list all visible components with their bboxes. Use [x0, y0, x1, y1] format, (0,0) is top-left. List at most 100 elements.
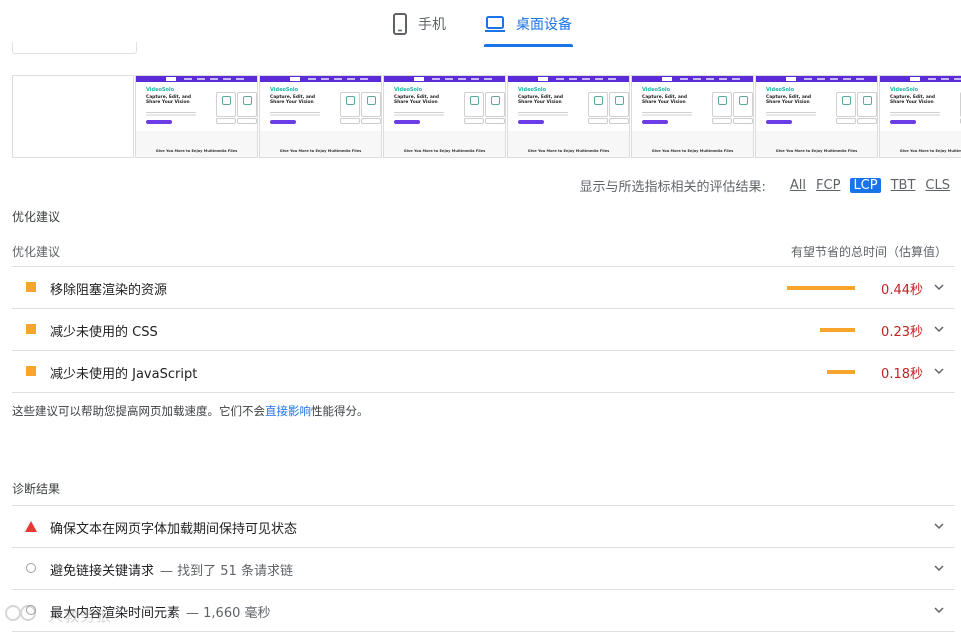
- filmstrip: VideoSolo Capture, Edit, and Share Your V…: [12, 75, 961, 158]
- savings-bar: [787, 286, 855, 290]
- thumbnail-button: [270, 120, 296, 124]
- note-link-direct-impact[interactable]: 直接影响: [265, 404, 311, 418]
- thumbnail-pill: [237, 118, 257, 124]
- audit-largest-contentful-paint-element[interactable]: 最大内容渲染时间元素 — 1,660 毫秒: [12, 590, 955, 632]
- audit-detail: — 1,660 毫秒: [186, 606, 271, 621]
- thumbnail-footer: [508, 131, 629, 157]
- thumbnail-button: [642, 120, 668, 124]
- opportunities-header-right: 有望节省的总时间（估算值）: [790, 245, 947, 259]
- thumbnail-card: [857, 92, 877, 117]
- laptop-icon: [484, 15, 506, 33]
- thumbnail-pill: [588, 118, 608, 124]
- thumbnail-navbar: [384, 76, 505, 82]
- filter-lcp[interactable]: LCP: [850, 178, 881, 193]
- thumbnail-navbar: [632, 76, 753, 82]
- thumbnail-footer-text: Give You More to Enjoy Multimedia Files: [651, 149, 734, 153]
- filter-cls[interactable]: CLS: [925, 178, 950, 193]
- thumbnail-text-lines: [766, 112, 816, 117]
- thumbnail-brand: VideoSolo: [394, 87, 423, 93]
- thumbnail-text-lines: [642, 112, 692, 117]
- thumbnail-headline: Capture, Edit, and Share Your Vision: [394, 95, 440, 105]
- thumbnail-headline: Capture, Edit, and Share Your Vision: [766, 95, 812, 105]
- thumbnail-navbar: [880, 76, 961, 82]
- note-text-before: 这些建议可以帮助您提高网页加载速度。它们不会: [12, 404, 265, 418]
- audit-render-blocking-resources[interactable]: 移除阻塞渲染的资源 0.44秒: [12, 267, 955, 309]
- note-text-after: 性能得分。: [311, 404, 369, 418]
- opportunities-note: 这些建议可以帮助您提高网页加载速度。它们不会直接影响性能得分。: [12, 403, 369, 419]
- thumbnail-pill: [836, 118, 856, 124]
- thumbnail-pill: [712, 118, 732, 124]
- thumbnail-card: [464, 92, 484, 117]
- chevron-down-icon[interactable]: [933, 604, 945, 620]
- thumbnail-brand: VideoSolo: [766, 87, 795, 93]
- audit-title: 减少未使用的 CSS: [50, 325, 158, 340]
- thumbnail-headline: Capture, Edit, and Share Your Vision: [270, 95, 316, 105]
- filmstrip-frame-blank: [12, 75, 134, 158]
- audit-title: 减少未使用的 JavaScript: [50, 367, 198, 382]
- thumbnail-text-lines: [270, 112, 320, 117]
- filmstrip-frame: VideoSolo Capture, Edit, and Share Your V…: [259, 75, 382, 158]
- device-tabs: 手机 桌面设备: [0, 0, 961, 50]
- thumbnail-footer-text: Give You More to Enjoy Multimedia Files: [527, 149, 610, 153]
- phone-icon: [392, 13, 408, 35]
- thumbnail-footer-text: Give You More to Enjoy Multimedia Files: [899, 149, 961, 153]
- thumbnail-navbar: [136, 76, 257, 82]
- chevron-down-icon[interactable]: [933, 281, 945, 297]
- filmstrip-frame: VideoSolo Capture, Edit, and Share Your V…: [135, 75, 258, 158]
- thumbnail-button: [146, 120, 172, 124]
- average-square-icon: [26, 324, 36, 334]
- thumbnail-headline: Capture, Edit, and Share Your Vision: [890, 95, 936, 105]
- filter-fcp[interactable]: FCP: [816, 178, 840, 193]
- info-circle-icon: [26, 563, 36, 573]
- chevron-down-icon[interactable]: [933, 520, 945, 536]
- thumbnail-footer: [756, 131, 877, 157]
- audit-font-display[interactable]: 确保文本在网页字体加载期间保持可见状态: [12, 506, 955, 548]
- audit-title: 避免链接关键请求 — 找到了 51 条请求链: [50, 560, 293, 579]
- filter-all[interactable]: All: [790, 178, 806, 193]
- chevron-down-icon[interactable]: [933, 562, 945, 578]
- filmstrip-frame: VideoSolo Capture, Edit, and Share Your V…: [879, 75, 961, 158]
- tab-mobile-label: 手机: [418, 17, 446, 33]
- thumbnail-brand: VideoSolo: [146, 87, 175, 93]
- audit-saving: 0.23秒: [881, 325, 923, 340]
- audit-title: 确保文本在网页字体加载期间保持可见状态: [50, 522, 298, 537]
- filmstrip-frame: VideoSolo Capture, Edit, and Share Your V…: [383, 75, 506, 158]
- thumbnail-headline: Capture, Edit, and Share Your Vision: [146, 95, 192, 105]
- audit-unused-javascript[interactable]: 减少未使用的 JavaScript 0.18秒: [12, 351, 955, 393]
- fail-triangle-icon: [25, 521, 37, 532]
- chevron-down-icon[interactable]: [933, 323, 945, 339]
- thumbnail-pill: [340, 118, 360, 124]
- opportunities-header-left: 优化建议: [12, 245, 61, 259]
- thumbnail-button: [394, 120, 420, 124]
- average-square-icon: [26, 366, 36, 376]
- filter-tbt[interactable]: TBT: [891, 178, 916, 193]
- thumbnail-headline: Capture, Edit, and Share Your Vision: [518, 95, 564, 105]
- thumbnail-headline: Capture, Edit, and Share Your Vision: [642, 95, 688, 105]
- opportunities-section-title: 优化建议: [12, 210, 61, 224]
- audit-detail: — 找到了 51 条请求链: [160, 564, 293, 579]
- thumbnail-card: [712, 92, 732, 117]
- thumbnail-text-lines: [518, 112, 568, 117]
- audit-title-text: 避免链接关键请求: [50, 564, 155, 579]
- audit-critical-request-chains[interactable]: 避免链接关键请求 — 找到了 51 条请求链: [12, 548, 955, 590]
- chevron-down-icon[interactable]: [933, 365, 945, 381]
- diagnostics-section-title: 诊断结果: [12, 482, 61, 496]
- tab-mobile[interactable]: 手机: [392, 0, 446, 48]
- audit-unused-css[interactable]: 减少未使用的 CSS 0.23秒: [12, 309, 955, 351]
- thumbnail-brand: VideoSolo: [642, 87, 671, 93]
- thumbnail-footer-text: Give You More to Enjoy Multimedia Files: [279, 149, 362, 153]
- thumbnail-footer-text: Give You More to Enjoy Multimedia Files: [155, 149, 238, 153]
- tab-desktop-label: 桌面设备: [516, 17, 572, 33]
- opportunities-list-header: 优化建议 有望节省的总时间（估算值）: [12, 240, 955, 267]
- thumbnail-text-lines: [146, 112, 196, 117]
- thumbnail-card: [340, 92, 360, 117]
- tab-desktop[interactable]: 桌面设备: [484, 0, 572, 48]
- thumbnail-card: [588, 92, 608, 117]
- audit-saving: 0.18秒: [881, 367, 923, 382]
- thumbnail-brand: VideoSolo: [518, 87, 547, 93]
- audit-title: 移除阻塞渲染的资源: [50, 283, 168, 298]
- metric-filter: 显示与所选指标相关的评估结果: All FCP LCP TBT CLS: [580, 176, 950, 195]
- thumbnail-footer: [384, 131, 505, 157]
- filmstrip-frame: VideoSolo Capture, Edit, and Share Your V…: [631, 75, 754, 158]
- thumbnail-pill: [609, 118, 629, 124]
